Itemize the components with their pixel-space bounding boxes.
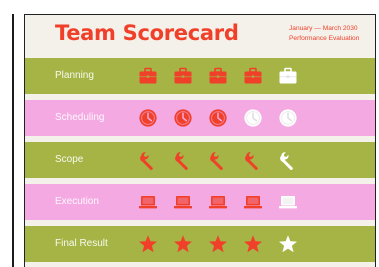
filled-briefcase-icon: [243, 66, 263, 86]
score-row-final-result: Final Result: [25, 226, 375, 262]
filled-star-icon: [208, 234, 228, 254]
score-row-scheduling: Scheduling: [25, 100, 375, 136]
filled-star-icon: [243, 234, 263, 254]
empty-wrench-icon: [278, 150, 298, 170]
filled-laptop-icon: [243, 192, 263, 212]
empty-star-icon: [278, 234, 298, 254]
score-row-execution: Execution: [25, 184, 375, 220]
row-label: Scheduling: [55, 112, 105, 123]
scorecard-header: Team Scorecard January — March 2030 Perf…: [25, 15, 375, 53]
filled-wrench-icon: [138, 150, 158, 170]
adjacent-card-edge: [0, 14, 14, 267]
filled-laptop-icon: [173, 192, 193, 212]
filled-star-icon: [173, 234, 193, 254]
filled-laptop-icon: [208, 192, 228, 212]
filled-laptop-icon: [138, 192, 158, 212]
page-title: Team Scorecard: [55, 21, 239, 45]
filled-star-icon: [138, 234, 158, 254]
filled-clock-icon: [138, 108, 158, 128]
filled-briefcase-icon: [138, 66, 158, 86]
row-label: Execution: [55, 196, 99, 207]
empty-briefcase-icon: [278, 66, 298, 86]
row-label: Scope: [55, 154, 84, 165]
filled-wrench-icon: [243, 150, 263, 170]
empty-clock-icon: [243, 108, 263, 128]
filled-briefcase-icon: [173, 66, 193, 86]
filled-wrench-icon: [173, 150, 193, 170]
empty-laptop-icon: [278, 192, 298, 212]
score-row-scope: Scope: [25, 142, 375, 178]
evaluation-period: January — March 2030 Performance Evaluat…: [289, 24, 359, 44]
scorecard-canvas: Team Scorecard January — March 2030 Perf…: [0, 0, 379, 267]
evaluation-label: Performance Evaluation: [289, 35, 360, 42]
row-label: Final Result: [55, 238, 108, 249]
scorecard-card: Team Scorecard January — March 2030 Perf…: [24, 14, 376, 267]
filled-clock-icon: [208, 108, 228, 128]
filled-clock-icon: [173, 108, 193, 128]
score-row-planning: Planning: [25, 58, 375, 94]
filled-briefcase-icon: [208, 66, 228, 86]
date-range: January — March 2030: [289, 25, 358, 32]
row-label: Planning: [55, 70, 94, 81]
empty-clock-icon: [278, 108, 298, 128]
filled-wrench-icon: [208, 150, 228, 170]
